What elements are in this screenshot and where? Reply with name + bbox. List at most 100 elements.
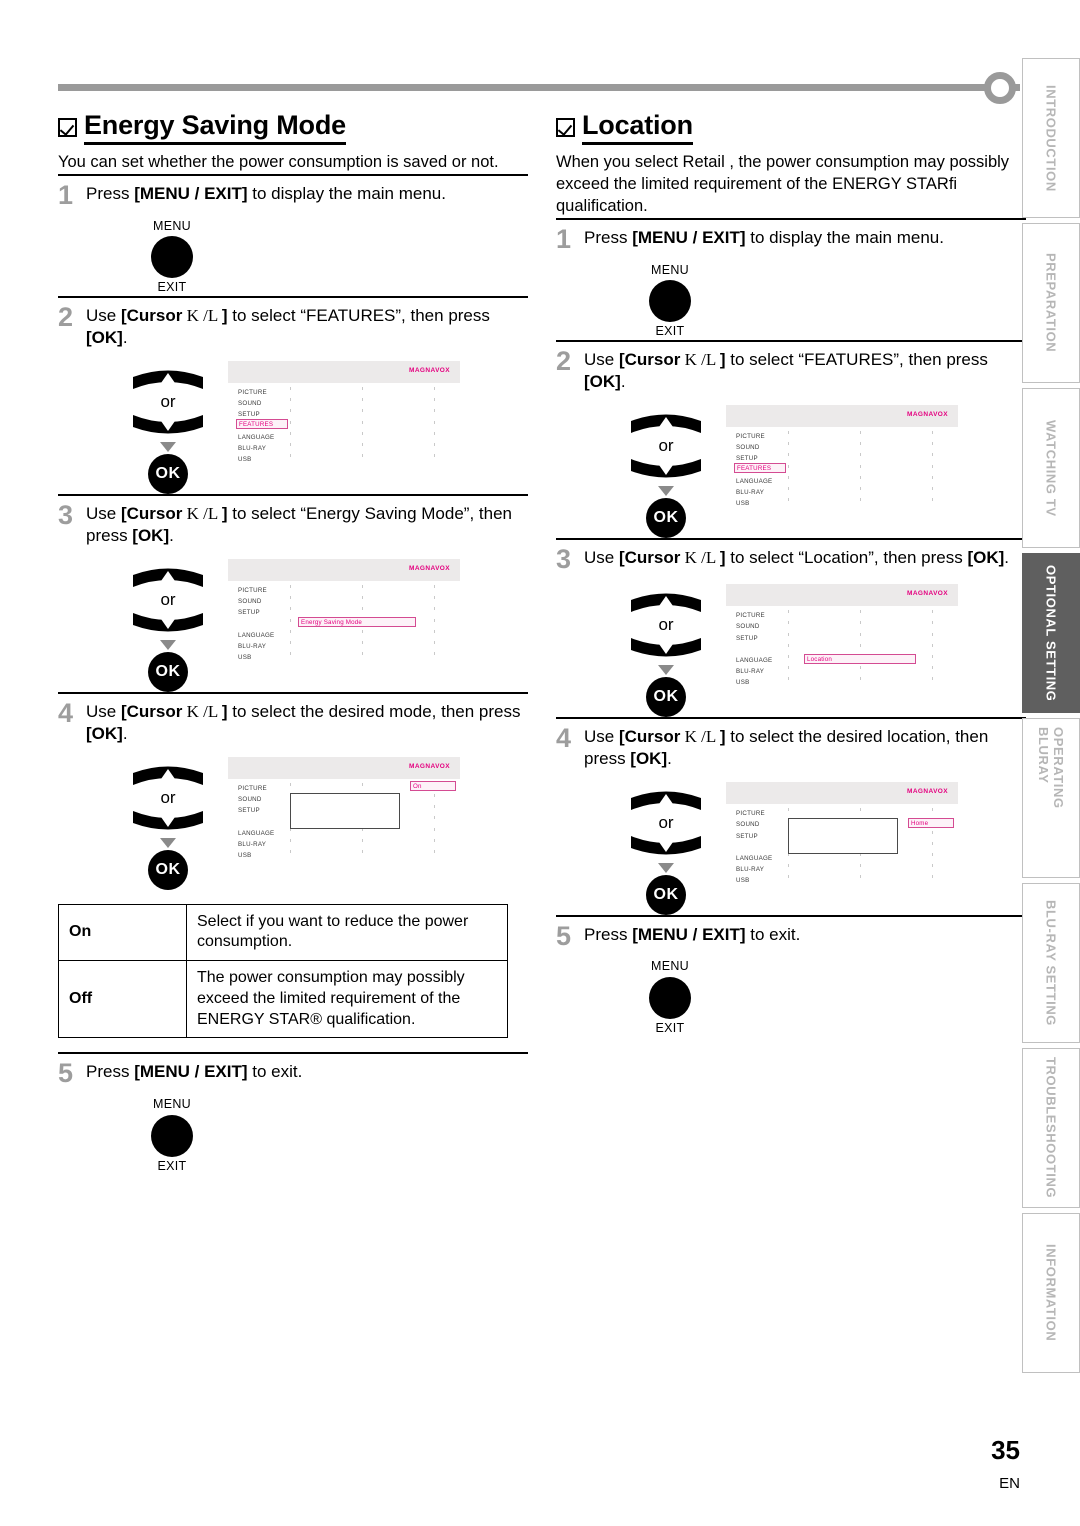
chapter-tab-preparation[interactable]: PREPARATION xyxy=(1022,223,1080,383)
cursor-or-label: or xyxy=(160,392,176,412)
tv-menu-item xyxy=(736,644,772,655)
cursor-or-label: or xyxy=(658,813,674,833)
step-divider xyxy=(58,493,528,496)
menu-button-top-label: MENU xyxy=(650,262,689,277)
cursor-down-button[interactable] xyxy=(131,611,205,637)
chapter-tab-operating-bluray[interactable]: OPERATING BLURAY xyxy=(1022,718,1080,878)
remote-ok-button[interactable]: OK xyxy=(148,849,188,890)
cursor-up-rocker-shape xyxy=(631,593,701,613)
table-cell-value: Select if you want to reduce the power c… xyxy=(186,903,508,962)
section-energy-saving-mode: Energy Saving Mode You can set whether t… xyxy=(58,110,528,1174)
step-instruction-text: Press [MENU / EXIT] to display the main … xyxy=(86,183,446,203)
cursor-or-label: or xyxy=(658,435,674,455)
tv-menu-item: SOUND xyxy=(736,623,760,631)
cursor-down-rocker-shape xyxy=(631,458,701,478)
tv-menu-highlight: Location xyxy=(804,653,916,664)
step-number: 2 xyxy=(556,345,572,376)
chapter-tab-troubleshooting[interactable]: TROUBLESHOOTING xyxy=(1022,1048,1080,1208)
tv-menu-item: PICTURE xyxy=(238,784,267,792)
cursor-up-button[interactable] xyxy=(131,761,205,787)
chapter-tab-blu-ray-setting[interactable]: BLU-RAY SETTING xyxy=(1022,883,1080,1043)
cursor-down-rocker-shape xyxy=(631,637,701,657)
remote-ok-button[interactable]: OK xyxy=(148,651,188,692)
chapter-tab-watching-tv[interactable]: WATCHING TV xyxy=(1022,388,1080,548)
chapter-tab-information[interactable]: INFORMATION xyxy=(1022,1213,1080,1373)
instruction-step: 4 Use [Cursor K /L ] to select the desir… xyxy=(556,716,1026,915)
remote-ok-button[interactable]: OK xyxy=(148,453,188,494)
tv-menu-item: LANGUAGE xyxy=(736,854,773,862)
tv-menu-item: SETUP xyxy=(238,807,260,815)
cursor-up-button[interactable] xyxy=(629,588,703,614)
menu-button-dot[interactable] xyxy=(649,977,691,1020)
cursor-down-button[interactable] xyxy=(131,809,205,835)
step-number: 5 xyxy=(58,1058,74,1089)
cursor-or-label: or xyxy=(160,787,176,807)
step-divider xyxy=(556,914,1026,917)
cursor-down-button[interactable] xyxy=(629,457,703,483)
remote-cursor-ok-graphic[interactable]: or OK xyxy=(122,563,214,692)
cursor-down-button[interactable] xyxy=(629,834,703,860)
cursor-up-button[interactable] xyxy=(629,786,703,812)
tv-menu-item: LANGUAGE xyxy=(736,477,773,485)
cursor-or-label: or xyxy=(658,615,674,635)
cursor-or-label: or xyxy=(160,589,176,609)
tv-menu-item: USB xyxy=(238,456,252,464)
tv-menu-screenshot: MAGNAVOX PICTURE SOUND SETUP LANGUAGE BLU-R… xyxy=(726,584,958,693)
cursor-up-rocker-shape xyxy=(631,791,701,811)
tv-menu-item: USB xyxy=(736,679,750,687)
remote-menu-exit-button[interactable]: MENU EXIT xyxy=(132,1097,212,1174)
step-number: 3 xyxy=(556,543,572,574)
step-instruction-text: Use [Cursor K /L ] to select the desired… xyxy=(86,701,521,743)
cursor-down-rocker-shape xyxy=(631,835,701,855)
remote-menu-exit-button[interactable]: MENU EXIT xyxy=(132,219,212,296)
remote-ok-button[interactable]: OK xyxy=(646,497,686,538)
step-instruction-text: Press [MENU / EXIT] to display the main … xyxy=(584,227,944,247)
instruction-step: 2 Use [Cursor K /L ] to select “FEATURES… xyxy=(556,339,1026,538)
tv-menu-item: PICTURE xyxy=(736,612,765,620)
menu-button-dot[interactable] xyxy=(649,280,691,323)
cursor-down-button[interactable] xyxy=(629,636,703,662)
menu-button-top-label: MENU xyxy=(152,1097,191,1112)
tv-menu-screenshot: MAGNAVOX PICTURE SOUND SETUP LANGUAGE BLU-R… xyxy=(726,782,958,891)
menu-button-top-label: MENU xyxy=(650,959,689,974)
step-number: 2 xyxy=(58,301,74,332)
page-number: 35 xyxy=(991,1435,1020,1465)
section-title: Energy Saving Mode xyxy=(84,110,346,146)
remote-ok-button[interactable]: OK xyxy=(646,676,686,717)
tv-menu-item-list: PICTURE SOUND SETUP LANGUAGE BLU-RAY USB xyxy=(238,783,274,861)
flow-arrow-icon xyxy=(160,441,176,452)
instruction-step: 1 Press [MENU / EXIT] to display the mai… xyxy=(556,217,1026,340)
section-heading: Location xyxy=(556,110,1026,146)
cursor-up-button[interactable] xyxy=(131,365,205,391)
cursor-up-button[interactable] xyxy=(629,409,703,435)
checkbox-icon xyxy=(58,118,77,138)
tv-menu-item: LANGUAGE xyxy=(736,657,773,665)
remote-cursor-ok-graphic[interactable]: or OK xyxy=(620,786,712,915)
remote-cursor-ok-graphic[interactable]: or OK xyxy=(620,409,712,538)
tv-menu-item: PICTURE xyxy=(736,810,765,818)
remote-ok-button[interactable]: OK xyxy=(646,874,686,915)
tv-menu-screenshot: MAGNAVOX PICTURESOUNDSETUPFEATURESLANGUA… xyxy=(228,361,460,470)
flow-arrow-icon xyxy=(658,862,674,873)
section-description: When you select Retail , the power consu… xyxy=(556,153,1010,215)
chapter-tab-introduction[interactable]: INTRODUCTION xyxy=(1022,58,1080,218)
cursor-up-button[interactable] xyxy=(131,563,205,589)
step-instruction-text: Use [Cursor K /L ] to select the desired… xyxy=(584,726,989,769)
step-divider xyxy=(58,173,528,176)
remote-menu-exit-button[interactable]: MENU EXIT xyxy=(630,959,710,1036)
tv-menu-item: USB xyxy=(238,654,252,662)
remote-menu-exit-button[interactable]: MENU EXIT xyxy=(630,263,710,340)
tv-menu-item: PICTURE xyxy=(238,389,267,397)
remote-cursor-ok-graphic[interactable]: or OK xyxy=(122,365,214,494)
tv-menu-item: USB xyxy=(238,852,252,860)
tv-menu-item xyxy=(238,816,274,827)
tv-menu-item-list: PICTURE SOUND SETUP LANGUAGE BLU-RAY USB xyxy=(736,808,772,886)
tv-brand-logo: MAGNAVOX xyxy=(907,788,948,796)
chapter-tab-optional-setting[interactable]: OPTIONAL SETTING xyxy=(1022,553,1080,713)
menu-button-dot[interactable] xyxy=(151,236,193,279)
remote-cursor-ok-graphic[interactable]: or OK xyxy=(122,761,214,890)
tv-menu-item xyxy=(238,619,274,630)
remote-cursor-ok-graphic[interactable]: or OK xyxy=(620,588,712,717)
cursor-down-button[interactable] xyxy=(131,413,205,439)
menu-button-dot[interactable] xyxy=(151,1114,193,1157)
